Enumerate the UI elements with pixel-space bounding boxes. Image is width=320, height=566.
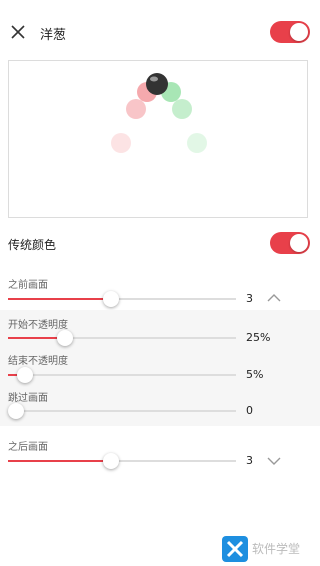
ghost-ball-red-3 xyxy=(111,133,131,153)
before-frames-slider[interactable] xyxy=(8,291,236,307)
chevron-up-icon[interactable] xyxy=(266,293,282,303)
page-title: 洋葱 xyxy=(40,28,67,43)
traditional-colors-toggle[interactable] xyxy=(270,232,310,254)
chevron-down-icon[interactable] xyxy=(266,456,282,466)
before-frames-label: 之前画面 xyxy=(8,280,48,291)
preview-canvas xyxy=(111,73,207,153)
skip-frames-value: 0 xyxy=(246,404,253,417)
end-opacity-slider[interactable] xyxy=(8,367,236,383)
current-ball xyxy=(146,73,168,95)
skip-frames-label: 跳过画面 xyxy=(8,393,48,404)
ghost-ball-green-2 xyxy=(172,99,192,119)
after-frames-value: 3 xyxy=(246,454,253,467)
traditional-colors-label: 传统颜色 xyxy=(8,238,57,252)
onion-preview xyxy=(8,60,308,218)
watermark: 软件学堂 xyxy=(222,536,318,562)
close-icon xyxy=(11,25,25,39)
start-opacity-thumb[interactable] xyxy=(57,330,73,346)
before-frames-value: 3 xyxy=(246,292,253,305)
onion-skin-toggle[interactable] xyxy=(270,21,310,43)
after-frames-thumb[interactable] xyxy=(102,453,119,469)
start-opacity-value: 25% xyxy=(246,331,271,344)
start-opacity-label: 开始不透明度 xyxy=(8,320,68,331)
x-logo-icon xyxy=(222,536,248,562)
ghost-ball-green-3 xyxy=(187,133,207,153)
watermark-text: 软件学堂 xyxy=(252,542,301,556)
after-frames-fill xyxy=(8,460,111,462)
toggle-knob xyxy=(290,234,308,252)
toggle-knob xyxy=(290,23,308,41)
close-button[interactable] xyxy=(10,24,26,40)
ghost-ball-red-2 xyxy=(126,99,146,119)
skip-frames-thumb[interactable] xyxy=(8,403,24,419)
start-opacity-slider[interactable] xyxy=(8,330,236,346)
after-frames-slider[interactable] xyxy=(8,453,236,469)
end-opacity-label: 结束不透明度 xyxy=(8,356,68,367)
after-frames-label: 之后画面 xyxy=(8,442,48,453)
before-frames-thumb[interactable] xyxy=(102,291,119,307)
before-frames-fill xyxy=(8,298,111,300)
skip-frames-slider[interactable] xyxy=(8,403,236,419)
end-opacity-value: 5% xyxy=(246,368,264,381)
